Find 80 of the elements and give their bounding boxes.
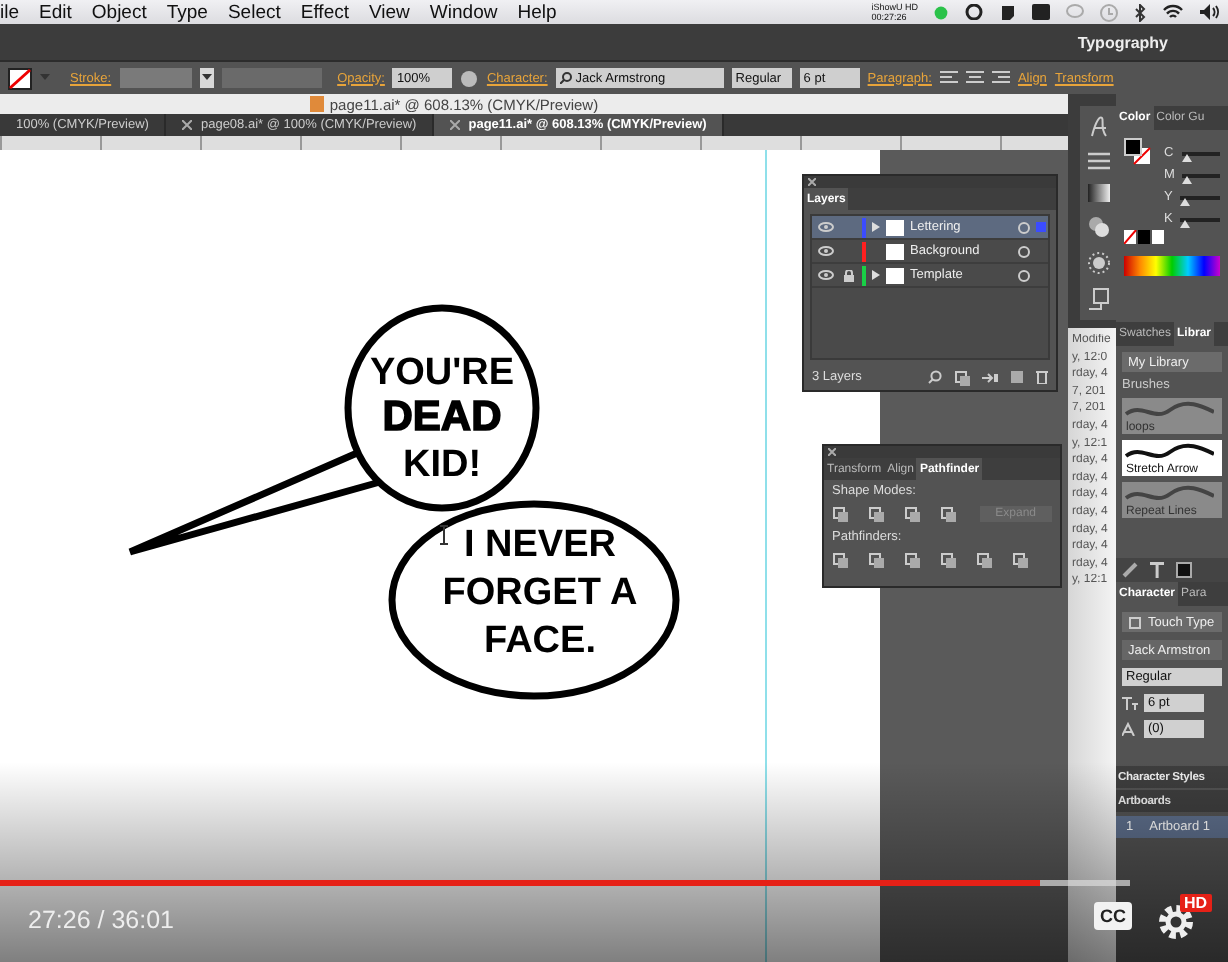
slider-thumb[interactable] xyxy=(1180,197,1191,205)
stroke-weight-field[interactable] xyxy=(119,68,192,88)
circles-icon[interactable] xyxy=(1087,216,1109,238)
captions-button[interactable]: CC xyxy=(1094,902,1132,930)
touch-type-icon xyxy=(1128,615,1142,629)
caret-icon[interactable] xyxy=(201,74,212,82)
brush-stroke-icon xyxy=(1122,398,1214,422)
menu-item[interactable]: View xyxy=(369,1,410,23)
menu-item[interactable]: Object xyxy=(91,1,147,23)
align-right-icon[interactable] xyxy=(991,70,1010,86)
eye-icon[interactable] xyxy=(818,222,834,232)
speech-text: I NEVER xyxy=(463,524,617,566)
minus-front-icon[interactable] xyxy=(868,506,884,522)
speech-text: DEAD xyxy=(382,394,502,440)
close-icon[interactable] xyxy=(450,120,461,130)
workspace-switcher[interactable]: Typography xyxy=(1077,33,1168,51)
sun-icon[interactable] xyxy=(1087,252,1109,274)
speaker-icon[interactable] xyxy=(1200,4,1220,20)
gradient-icon[interactable] xyxy=(1087,184,1109,202)
lines-icon[interactable] xyxy=(1087,152,1109,170)
menu-item[interactable]: Help xyxy=(517,1,557,23)
unite-icon[interactable] xyxy=(832,506,848,522)
playback-time: 27:26 / 36:01 xyxy=(28,906,174,934)
expand-arrow-icon[interactable] xyxy=(872,222,880,232)
color-spectrum[interactable] xyxy=(1124,256,1220,276)
brush-stroke-icon xyxy=(1122,482,1214,506)
menu-item[interactable]: Select xyxy=(227,1,281,23)
bluetooth-icon[interactable] xyxy=(1134,3,1146,21)
fill-stroke-icon[interactable] xyxy=(1124,138,1152,166)
export-icon[interactable] xyxy=(1087,288,1109,310)
brush-stroke-icon xyxy=(1122,440,1214,464)
close-icon[interactable] xyxy=(828,448,836,456)
brush-icon[interactable] xyxy=(1122,562,1138,578)
clipping-mask-icon[interactable] xyxy=(954,369,970,385)
close-icon[interactable] xyxy=(182,120,193,130)
menu-item[interactable]: Effect xyxy=(300,1,349,23)
new-sublayer-icon[interactable] xyxy=(982,371,998,383)
align-center-icon[interactable] xyxy=(965,70,984,86)
speech-text: YOU'RE xyxy=(369,352,515,394)
speech-text: FORGET A xyxy=(442,572,638,614)
eye-icon[interactable] xyxy=(818,246,834,256)
minus-back-icon[interactable] xyxy=(1012,552,1028,568)
slider-thumb[interactable] xyxy=(1182,175,1193,183)
search-icon xyxy=(559,72,572,84)
trim-icon[interactable] xyxy=(868,552,884,568)
text-cursor-icon xyxy=(439,525,449,545)
outline-icon[interactable] xyxy=(976,552,992,568)
square-icon[interactable] xyxy=(1176,562,1192,578)
document-icon xyxy=(309,96,324,112)
script-letter-icon[interactable] xyxy=(1087,116,1109,138)
eye-icon[interactable] xyxy=(818,270,834,280)
menu-item[interactable]: Edit xyxy=(39,1,72,23)
menu-item[interactable]: ile xyxy=(0,1,20,23)
search-icon[interactable] xyxy=(928,370,942,384)
menu-item[interactable]: Type xyxy=(166,1,208,23)
divide-icon[interactable] xyxy=(832,552,848,568)
intersect-icon[interactable] xyxy=(904,506,920,522)
close-icon[interactable] xyxy=(808,178,816,186)
speech-text: KID! xyxy=(402,444,482,486)
dropdown-button[interactable] xyxy=(199,68,214,88)
trash-icon[interactable] xyxy=(1036,370,1048,384)
new-layer-icon[interactable] xyxy=(1010,370,1024,384)
slider-thumb[interactable] xyxy=(1180,219,1191,227)
menu-item[interactable]: Window xyxy=(429,1,498,23)
expand-arrow-icon[interactable] xyxy=(872,270,880,280)
tracking-icon xyxy=(1122,722,1138,736)
hd-badge: HD xyxy=(1180,894,1212,912)
swatch-presets-icon[interactable] xyxy=(1124,230,1164,244)
merge-icon[interactable] xyxy=(904,552,920,568)
fill-swatch-icon[interactable] xyxy=(8,67,32,89)
speech-text: FACE. xyxy=(484,620,596,662)
slider-thumb[interactable] xyxy=(1181,153,1192,161)
wifi-icon[interactable] xyxy=(1162,4,1184,20)
crop-icon[interactable] xyxy=(940,552,956,568)
type-tool-icon[interactable] xyxy=(1150,562,1164,578)
align-left-icon[interactable] xyxy=(939,70,958,86)
status-dot-icon[interactable] xyxy=(934,5,948,19)
lock-icon[interactable] xyxy=(843,269,853,281)
exclude-icon[interactable] xyxy=(940,506,956,522)
font-size-icon xyxy=(1122,696,1138,710)
